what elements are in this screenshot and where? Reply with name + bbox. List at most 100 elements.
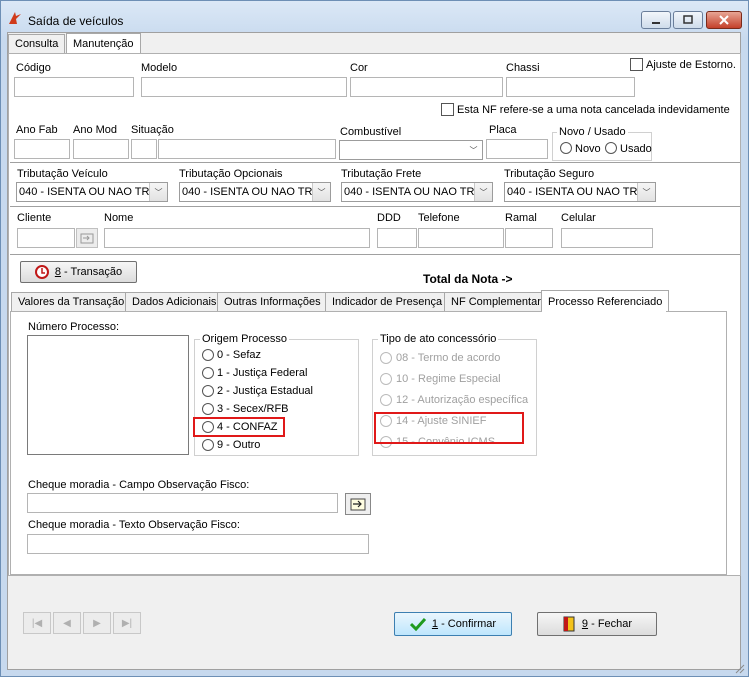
trib-opcionais-select[interactable]: 040 - ISENTA OU NAO TRIB ﹀ xyxy=(179,182,331,202)
chassi-input[interactable] xyxy=(506,77,635,97)
trib-frete-value: 040 - ISENTA OU NAO TRIB xyxy=(344,186,485,198)
tipo-ato-title: Tipo de ato concessório xyxy=(378,333,499,345)
confirmar-label: - Confirmar xyxy=(438,618,497,630)
tab-label: Manutenção xyxy=(73,37,134,50)
tab-indicador-presenca[interactable]: Indicador de Presença xyxy=(325,292,450,311)
next-record-button[interactable]: ▶ xyxy=(83,612,111,634)
highlight-box-sinief xyxy=(374,412,524,444)
fechar-button[interactable]: 9 - Fechar xyxy=(537,612,657,636)
trib-frete-select[interactable]: 040 - ISENTA OU NAO TRIB ﹀ xyxy=(341,182,493,202)
first-record-button[interactable]: |◀ xyxy=(23,612,51,634)
title-bar: Saída de veículos xyxy=(1,1,748,31)
combustivel-label: Combustível xyxy=(340,126,402,138)
tab-label: Dados Adicionais xyxy=(132,296,217,308)
tab-outras-informacoes[interactable]: Outras Informações xyxy=(217,292,328,311)
ajuste-estorno-checkbox[interactable] xyxy=(630,58,643,71)
first-icon: |◀ xyxy=(31,617,43,629)
tab-processo-referenciado[interactable]: Processo Referenciado xyxy=(541,290,670,312)
trib-seguro-select[interactable]: 040 - ISENTA OU NAO TRIB ﹀ xyxy=(504,182,656,202)
tab-valores-transacao[interactable]: Valores da Transação xyxy=(11,292,132,311)
modelo-input[interactable] xyxy=(141,77,347,97)
prev-record-button[interactable]: ◀ xyxy=(53,612,81,634)
cor-input[interactable] xyxy=(350,77,503,97)
transacao-label: - Transação xyxy=(60,266,123,278)
tab-label: Valores da Transação xyxy=(18,296,125,308)
ano-mod-input[interactable] xyxy=(73,139,129,159)
confirmar-text: 1 - Confirmar xyxy=(432,618,496,630)
numero-processo-label: Número Processo: xyxy=(28,321,120,333)
minimize-button[interactable] xyxy=(641,11,671,29)
codigo-input[interactable] xyxy=(14,77,134,97)
origem-label-0: 0 - Sefaz xyxy=(217,349,262,361)
tab-nf-complementar[interactable]: NF Complementar xyxy=(444,292,548,311)
codigo-label: Código xyxy=(16,62,51,74)
prev-icon: ◀ xyxy=(63,617,71,629)
trib-veiculo-select[interactable]: 040 - ISENTA OU NAO TRIB ﹀ xyxy=(16,182,168,202)
origem-radio-9[interactable] xyxy=(202,439,214,451)
novo-radio[interactable] xyxy=(560,142,572,154)
tab-consulta[interactable]: Consulta xyxy=(8,34,66,53)
cliente-search-button[interactable] xyxy=(76,228,98,248)
tab-label: Processo Referenciado xyxy=(548,295,663,308)
cheque-texto-input[interactable] xyxy=(27,534,369,554)
close-button[interactable] xyxy=(706,11,742,29)
ddd-input[interactable] xyxy=(377,228,417,248)
usado-radio[interactable] xyxy=(605,142,617,154)
celular-label: Celular xyxy=(561,212,596,224)
trib-opcionais-label: Tributação Opcionais xyxy=(179,168,283,180)
origem-radio-3[interactable] xyxy=(202,403,214,415)
origem-radio-0[interactable] xyxy=(202,349,214,361)
nome-input[interactable] xyxy=(104,228,370,248)
last-record-button[interactable]: ▶| xyxy=(113,612,141,634)
last-icon: ▶| xyxy=(121,617,133,629)
ajuste-estorno-label: Ajuste de Estorno. xyxy=(646,59,736,71)
close-icon xyxy=(719,15,729,25)
trib-seguro-value: 040 - ISENTA OU NAO TRIB xyxy=(507,186,648,198)
ano-fab-input[interactable] xyxy=(14,139,70,159)
resize-grip-icon xyxy=(735,664,745,674)
lookup-icon xyxy=(80,233,94,244)
transacao-button[interactable]: 8 - Transação xyxy=(20,261,137,283)
origem-processo-title: Origem Processo xyxy=(200,333,289,345)
window-title: Saída de veículos xyxy=(28,14,124,28)
situacao-code-input[interactable] xyxy=(131,139,157,159)
divider xyxy=(10,206,740,207)
tipo-ato-radio-10[interactable] xyxy=(380,373,392,385)
tab-dados-adicionais[interactable]: Dados Adicionais xyxy=(125,292,224,311)
chassi-label: Chassi xyxy=(506,62,540,74)
ramal-input[interactable] xyxy=(505,228,553,248)
placa-label: Placa xyxy=(489,124,517,136)
trib-veiculo-value: 040 - ISENTA OU NAO TRIB xyxy=(19,186,160,198)
tipo-ato-radio-12[interactable] xyxy=(380,394,392,406)
tipo-ato-label-10: 10 - Regime Especial xyxy=(396,373,501,385)
fechar-text: 9 - Fechar xyxy=(582,618,632,630)
cheque-campo-label: Cheque moradia - Campo Observação Fisco: xyxy=(28,479,250,491)
trib-frete-label: Tributação Frete xyxy=(341,168,422,180)
celular-input[interactable] xyxy=(561,228,653,248)
cheque-campo-input[interactable] xyxy=(27,493,338,513)
maximize-icon xyxy=(683,15,693,24)
total-nota-label: Total da Nota -> xyxy=(423,272,513,286)
resize-grip[interactable] xyxy=(733,662,745,674)
cheque-campo-lookup-button[interactable] xyxy=(345,493,371,515)
tab-label: Outras Informações xyxy=(224,296,321,308)
origem-radio-1[interactable] xyxy=(202,367,214,379)
placa-input[interactable] xyxy=(486,139,548,159)
nome-label: Nome xyxy=(104,212,134,224)
cliente-input[interactable] xyxy=(17,228,75,248)
tab-manutencao[interactable]: Manutenção xyxy=(66,33,141,53)
tipo-ato-radio-08[interactable] xyxy=(380,352,392,364)
chevron-down-icon: ﹀ xyxy=(637,183,655,201)
numero-processo-list[interactable] xyxy=(27,335,189,455)
nf-cancelada-checkbox[interactable] xyxy=(441,103,454,116)
transaction-icon xyxy=(34,265,49,279)
highlight-box-confaz xyxy=(193,417,285,437)
situacao-input[interactable] xyxy=(158,139,336,159)
telefone-input[interactable] xyxy=(418,228,504,248)
confirmar-button[interactable]: 1 - Confirmar xyxy=(394,612,512,636)
ano-fab-label: Ano Fab xyxy=(16,124,58,136)
combustivel-select[interactable]: ﹀ xyxy=(339,140,483,160)
maximize-button[interactable] xyxy=(673,11,703,29)
origem-radio-2[interactable] xyxy=(202,385,214,397)
usado-label: Usado xyxy=(620,143,652,155)
